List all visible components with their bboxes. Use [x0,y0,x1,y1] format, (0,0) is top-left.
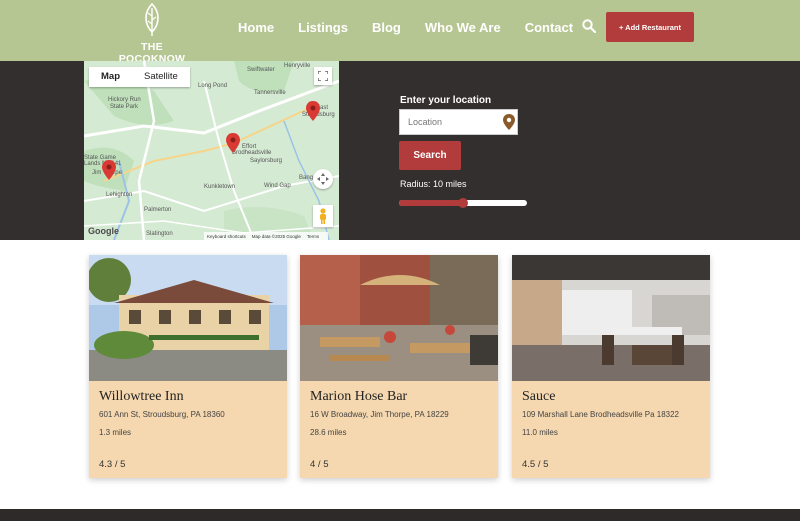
restaurant-distance: 1.3 miles [99,428,132,437]
map-attribution: Keyboard shortcuts Map data ©2025 Google… [204,232,329,240]
map-place-label: Long Pond [198,83,228,89]
map-marker-icon[interactable] [306,101,320,121]
restaurant-rating: 4 / 5 [310,459,329,470]
nav-who-we-are[interactable]: Who We Are [425,20,501,36]
map-data-text: Map data ©2025 Google [251,233,301,239]
main-nav: Home Listings Blog Who We Are Contact [238,20,597,36]
restaurant-address: 16 W Broadway, Jim Thorpe, PA 18229 [310,410,449,419]
add-restaurant-button[interactable]: + Add Restaurant [606,12,694,42]
google-logo: Google [88,226,119,236]
location-label: Enter your location [400,95,492,106]
terms-link[interactable]: Terms [307,234,319,239]
map[interactable]: Swiftwater Henryville Hickory Run State … [84,61,339,240]
map-place-label: Henryville [284,63,311,69]
radius-slider-thumb[interactable] [458,198,468,208]
map-type-toggle: Map Satellite [89,67,190,87]
map-place-label: Slatington [146,231,173,237]
map-place-label: Kunkletown [204,184,236,190]
radius-slider[interactable] [399,198,527,208]
restaurant-card[interactable]: Willowtree Inn 601 Ann St, Stroudsburg, … [89,255,287,478]
map-pan-icon[interactable] [313,169,333,189]
keyboard-shortcuts-link[interactable]: Keyboard shortcuts [207,234,246,239]
restaurant-photo [512,255,710,381]
restaurant-rating: 4.3 / 5 [99,459,126,470]
satellite-tab[interactable]: Satellite [132,67,190,87]
map-place-label: State Park [110,104,139,110]
map-place-label: Wind Gap [264,183,291,189]
nav-contact[interactable]: Contact [525,20,573,36]
restaurant-name[interactable]: Sauce [522,389,700,405]
restaurant-distance: 28.6 miles [310,428,347,437]
map-marker-icon[interactable] [226,133,240,153]
restaurant-card[interactable]: Sauce 109 Marshall Lane Brodheadsville P… [512,255,710,478]
restaurant-card[interactable]: Marion Hose Bar 16 W Broadway, Jim Thorp… [300,255,498,478]
restaurant-name[interactable]: Marion Hose Bar [310,389,488,405]
site-footer [0,509,800,521]
restaurant-distance: 11.0 miles [522,428,558,437]
radius-slider-fill [399,200,463,206]
site-header: THE POCOKNOW Home Listings Blog Who We A… [0,0,800,65]
map-tab[interactable]: Map [89,67,132,87]
map-place-label: Swiftwater [247,67,275,73]
search-icon[interactable] [582,19,596,33]
nav-home[interactable]: Home [238,20,274,36]
map-place-label: Palmerton [144,207,172,213]
restaurant-address: 109 Marshall Lane Brodheadsville Pa 1832… [522,410,679,419]
street-view-pegman-icon[interactable] [313,205,333,227]
fullscreen-icon[interactable] [314,67,332,85]
map-place-label: Lehighton [106,192,133,198]
restaurant-rating: 4.5 / 5 [522,459,549,470]
restaurant-address: 601 Ann St, Stroudsburg, PA 18360 [99,410,225,419]
nav-blog[interactable]: Blog [372,20,401,36]
restaurant-name[interactable]: Willowtree Inn [99,389,277,405]
map-place-label: Hickory Run [108,97,141,103]
radius-label: Radius: 10 miles [400,179,467,189]
restaurant-list: Willowtree Inn 601 Ann St, Stroudsburg, … [89,255,711,478]
restaurant-photo [89,255,287,381]
map-marker-icon[interactable] [102,160,116,180]
restaurant-photo [300,255,498,381]
logo[interactable]: THE POCOKNOW [112,2,192,65]
location-pin-icon[interactable] [503,114,515,130]
map-place-label: Tannersville [254,90,286,96]
map-place-label: Saylorsburg [250,158,283,164]
nav-listings[interactable]: Listings [298,20,348,36]
search-button[interactable]: Search [399,141,461,170]
location-input[interactable] [399,109,518,135]
leaf-icon [145,2,159,36]
